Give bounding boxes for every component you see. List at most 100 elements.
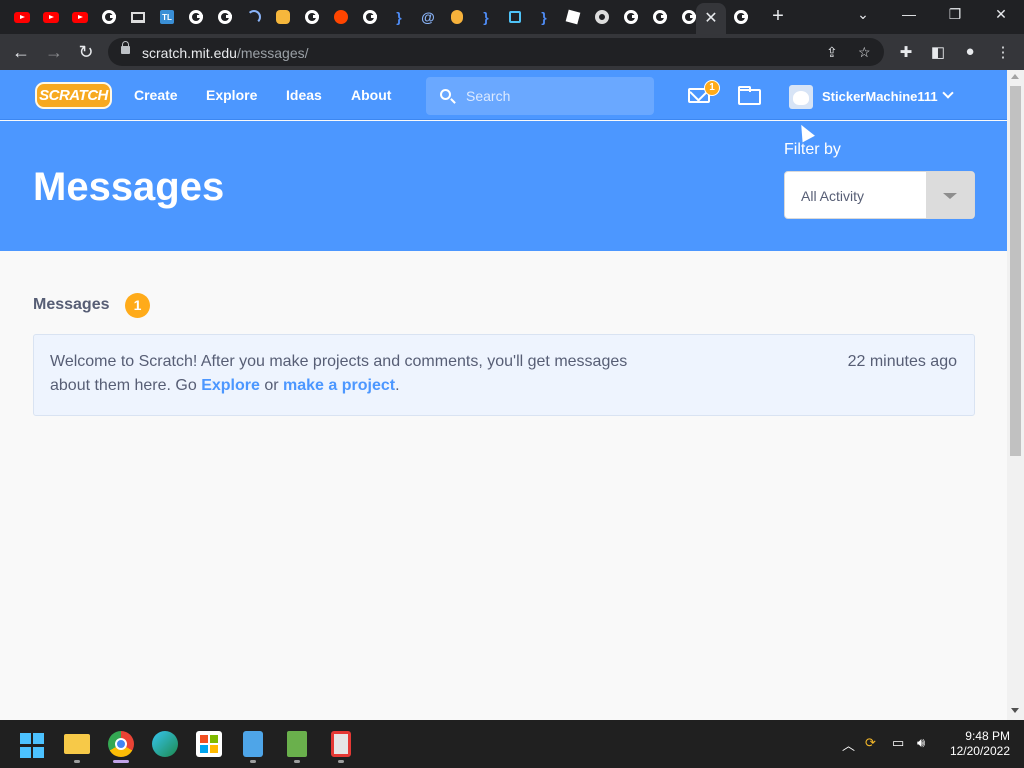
volume-icon[interactable]: 🔊︎ <box>917 735 925 751</box>
scroll-down-icon[interactable] <box>1011 708 1019 713</box>
scratch-navbar: SCRATCH Create Explore Ideas About 1 Sti… <box>0 70 1007 120</box>
profile-icon[interactable]: ● <box>961 43 979 60</box>
tab-monitor[interactable] <box>124 5 152 29</box>
tab-square[interactable] <box>501 5 529 29</box>
google-icon <box>218 10 232 24</box>
page-scrollbar[interactable] <box>1007 70 1024 720</box>
url-text[interactable]: scratch.mit.edu/messages/ <box>142 45 309 61</box>
tab-active-scratch[interactable]: ✕ <box>696 3 726 34</box>
running-indicator <box>294 760 300 763</box>
clock-date: 12/20/2022 <box>949 744 1010 758</box>
nav-create-link[interactable]: Create <box>134 87 178 103</box>
chrome-icon[interactable] <box>108 731 134 757</box>
message-timestamp: 22 minutes ago <box>847 353 957 370</box>
side-panel-icon[interactable]: ◧ <box>929 43 947 61</box>
google-icon <box>624 10 638 24</box>
nav-explore-link[interactable]: Explore <box>206 87 257 103</box>
tab-wave[interactable] <box>240 5 268 29</box>
notepad-icon[interactable] <box>243 731 263 757</box>
tab-reddit[interactable] <box>327 5 355 29</box>
youtube-icon <box>14 11 30 23</box>
wave-icon <box>247 10 261 24</box>
window-close-icon[interactable]: ✕ <box>991 6 1011 23</box>
nav-about-link[interactable]: About <box>351 87 391 103</box>
tab-google-1[interactable] <box>95 5 123 29</box>
bookmark-star-icon[interactable]: ☆ <box>858 44 871 61</box>
snipping-tool-icon[interactable] <box>331 731 351 757</box>
tab-brace-3[interactable]: } <box>530 5 558 29</box>
at-icon: @ <box>421 9 435 25</box>
tab-bitcoin[interactable] <box>443 5 471 29</box>
search-input[interactable] <box>466 85 646 107</box>
google-icon <box>305 10 319 24</box>
tab-cookie[interactable] <box>269 5 297 29</box>
filter-dropdown[interactable]: All Activity <box>784 171 975 219</box>
tab-google-9[interactable] <box>727 5 755 29</box>
scroll-up-icon[interactable] <box>1011 74 1019 79</box>
tab-tl[interactable]: TL <box>153 5 181 29</box>
spreadsheet-icon[interactable] <box>287 731 307 757</box>
tab-youtube-2[interactable] <box>37 5 65 29</box>
file-explorer-icon[interactable] <box>64 734 90 754</box>
list-item: Welcome to Scratch! After you make proje… <box>33 334 975 416</box>
messages-section-title: Messages <box>33 296 110 313</box>
avatar[interactable] <box>789 85 813 109</box>
tray-overflow-icon[interactable]: ︿ <box>842 735 855 754</box>
tab-youtube-3[interactable] <box>66 5 94 29</box>
minimize-icon[interactable]: — <box>899 6 919 22</box>
messages-count-badge: 1 <box>704 80 720 96</box>
taskbar: ︿ ⟳ ▭ 🔊︎ 9:48 PM 12/20/2022 <box>0 720 1024 768</box>
tab-brace-1[interactable]: } <box>385 5 413 29</box>
tab-search-icon[interactable]: ⌄ <box>853 6 873 23</box>
tab-strip: TL } @ } } ✕ + ⌄ — ❐ ✕ <box>0 0 1024 34</box>
brace-icon: } <box>396 9 402 25</box>
back-icon[interactable]: ← <box>11 42 31 62</box>
network-icon[interactable]: ▭ <box>892 735 904 751</box>
menu-icon[interactable]: ⋮ <box>994 43 1012 61</box>
windows-start-icon[interactable] <box>20 733 46 759</box>
google-icon <box>734 10 748 24</box>
nav-ideas-link[interactable]: Ideas <box>286 87 322 103</box>
cookie-icon <box>276 10 290 24</box>
share-icon[interactable]: ⇪ <box>826 44 838 61</box>
tab-google-4[interactable] <box>298 5 326 29</box>
system-clock[interactable]: 9:48 PM 12/20/2022 <box>946 729 1010 759</box>
new-tab-button[interactable]: + <box>768 6 788 26</box>
explore-link[interactable]: Explore <box>201 377 260 394</box>
tab-chromium[interactable] <box>588 5 616 29</box>
scroll-thumb[interactable] <box>1010 86 1021 456</box>
tab-google-3[interactable] <box>211 5 239 29</box>
my-stuff-folder-icon[interactable] <box>738 86 761 105</box>
youtube-icon <box>43 11 59 23</box>
extensions-icon[interactable]: ✚ <box>897 43 915 61</box>
tab-google-2[interactable] <box>182 5 210 29</box>
edge-icon[interactable] <box>152 731 178 757</box>
active-app-indicator <box>113 760 129 763</box>
running-indicator <box>250 760 256 763</box>
scratch-logo[interactable]: SCRATCH <box>35 82 112 109</box>
address-bar[interactable]: scratch.mit.edu/messages/ ⇪ ☆ <box>108 38 884 66</box>
tab-roblox[interactable] <box>559 5 587 29</box>
scratch-page: SCRATCH Create Explore Ideas About 1 Sti… <box>0 70 1007 720</box>
tab-brace-2[interactable]: } <box>472 5 500 29</box>
clock-time: 9:48 PM <box>965 729 1010 743</box>
update-icon[interactable]: ⟳ <box>865 735 876 751</box>
tab-google-6[interactable] <box>617 5 645 29</box>
store-icon[interactable] <box>196 731 222 757</box>
username[interactable]: StickerMachine111 <box>822 89 938 104</box>
dropdown-arrow-icon[interactable] <box>926 172 974 218</box>
google-icon <box>682 10 696 24</box>
lock-icon <box>121 41 130 54</box>
close-icon[interactable]: ✕ <box>704 10 717 27</box>
tab-at[interactable]: @ <box>414 5 442 29</box>
forward-icon[interactable]: → <box>44 42 64 62</box>
search-icon <box>440 89 451 100</box>
restore-icon[interactable]: ❐ <box>945 6 965 23</box>
tab-google-7[interactable] <box>646 5 674 29</box>
filter-selected-value: All Activity <box>801 188 865 204</box>
reload-icon[interactable]: ↻ <box>76 42 96 62</box>
tab-google-5[interactable] <box>356 5 384 29</box>
tab-youtube-1[interactable] <box>8 5 36 29</box>
chevron-down-icon[interactable] <box>942 87 954 99</box>
make-a-project-link[interactable]: make a project <box>283 377 395 394</box>
